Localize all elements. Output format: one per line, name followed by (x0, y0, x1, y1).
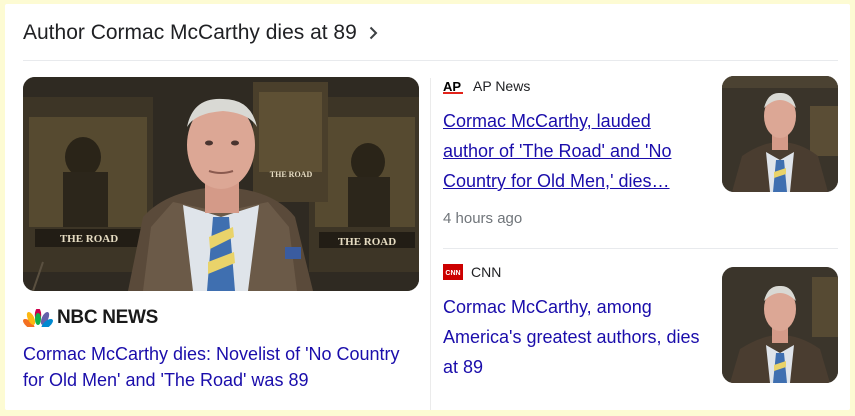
section-header[interactable]: Author Cormac McCarthy dies at 89 (23, 18, 381, 48)
side-story-headline[interactable]: Cormac McCarthy, among America's greates… (443, 292, 705, 382)
side-stories-divider (443, 248, 838, 249)
poster-title-left: THE ROAD (60, 233, 118, 245)
side-story-ap[interactable]: AP AP News Cormac McCarthy, lauded autho… (443, 76, 838, 227)
cnn-logo-icon: CNN (443, 264, 463, 280)
side-source-name: AP News (473, 78, 531, 94)
section-title[interactable]: Author Cormac McCarthy dies at 89 (23, 21, 357, 45)
side-story-thumbnail[interactable] (722, 76, 838, 192)
side-story-headline[interactable]: Cormac McCarthy, lauded author of 'The R… (443, 106, 705, 196)
timestamp: 4 hours ago (443, 210, 523, 227)
poster-title-top-right: THE ROAD (270, 170, 313, 179)
column-divider (430, 78, 431, 410)
poster-title-right: THE ROAD (338, 236, 396, 248)
chevron-right-icon[interactable] (365, 25, 381, 41)
main-story-source: NBC NEWS (23, 307, 419, 329)
side-story-cnn[interactable]: CNN CNN Cormac McCarthy, among America's… (443, 262, 838, 383)
ap-badge-text: AP (443, 79, 461, 94)
main-story-headline[interactable]: Cormac McCarthy dies: Novelist of 'No Co… (23, 341, 419, 393)
cnn-badge-text: CNN (445, 270, 460, 277)
ap-logo-icon: AP (443, 79, 463, 94)
side-story-thumbnail[interactable] (722, 267, 838, 383)
top-stories-card: Author Cormac McCarthy dies at 89 THE RO… (5, 4, 850, 410)
main-story[interactable]: THE ROAD THE ROAD THE ROAD NBC NEWS Corm… (23, 77, 419, 393)
main-story-image[interactable]: THE ROAD THE ROAD THE ROAD (23, 77, 419, 291)
side-source-name: CNN (471, 264, 502, 280)
header-divider (23, 60, 838, 61)
nbc-news-label: NBC NEWS (57, 307, 159, 328)
peacock-logo (23, 309, 53, 327)
